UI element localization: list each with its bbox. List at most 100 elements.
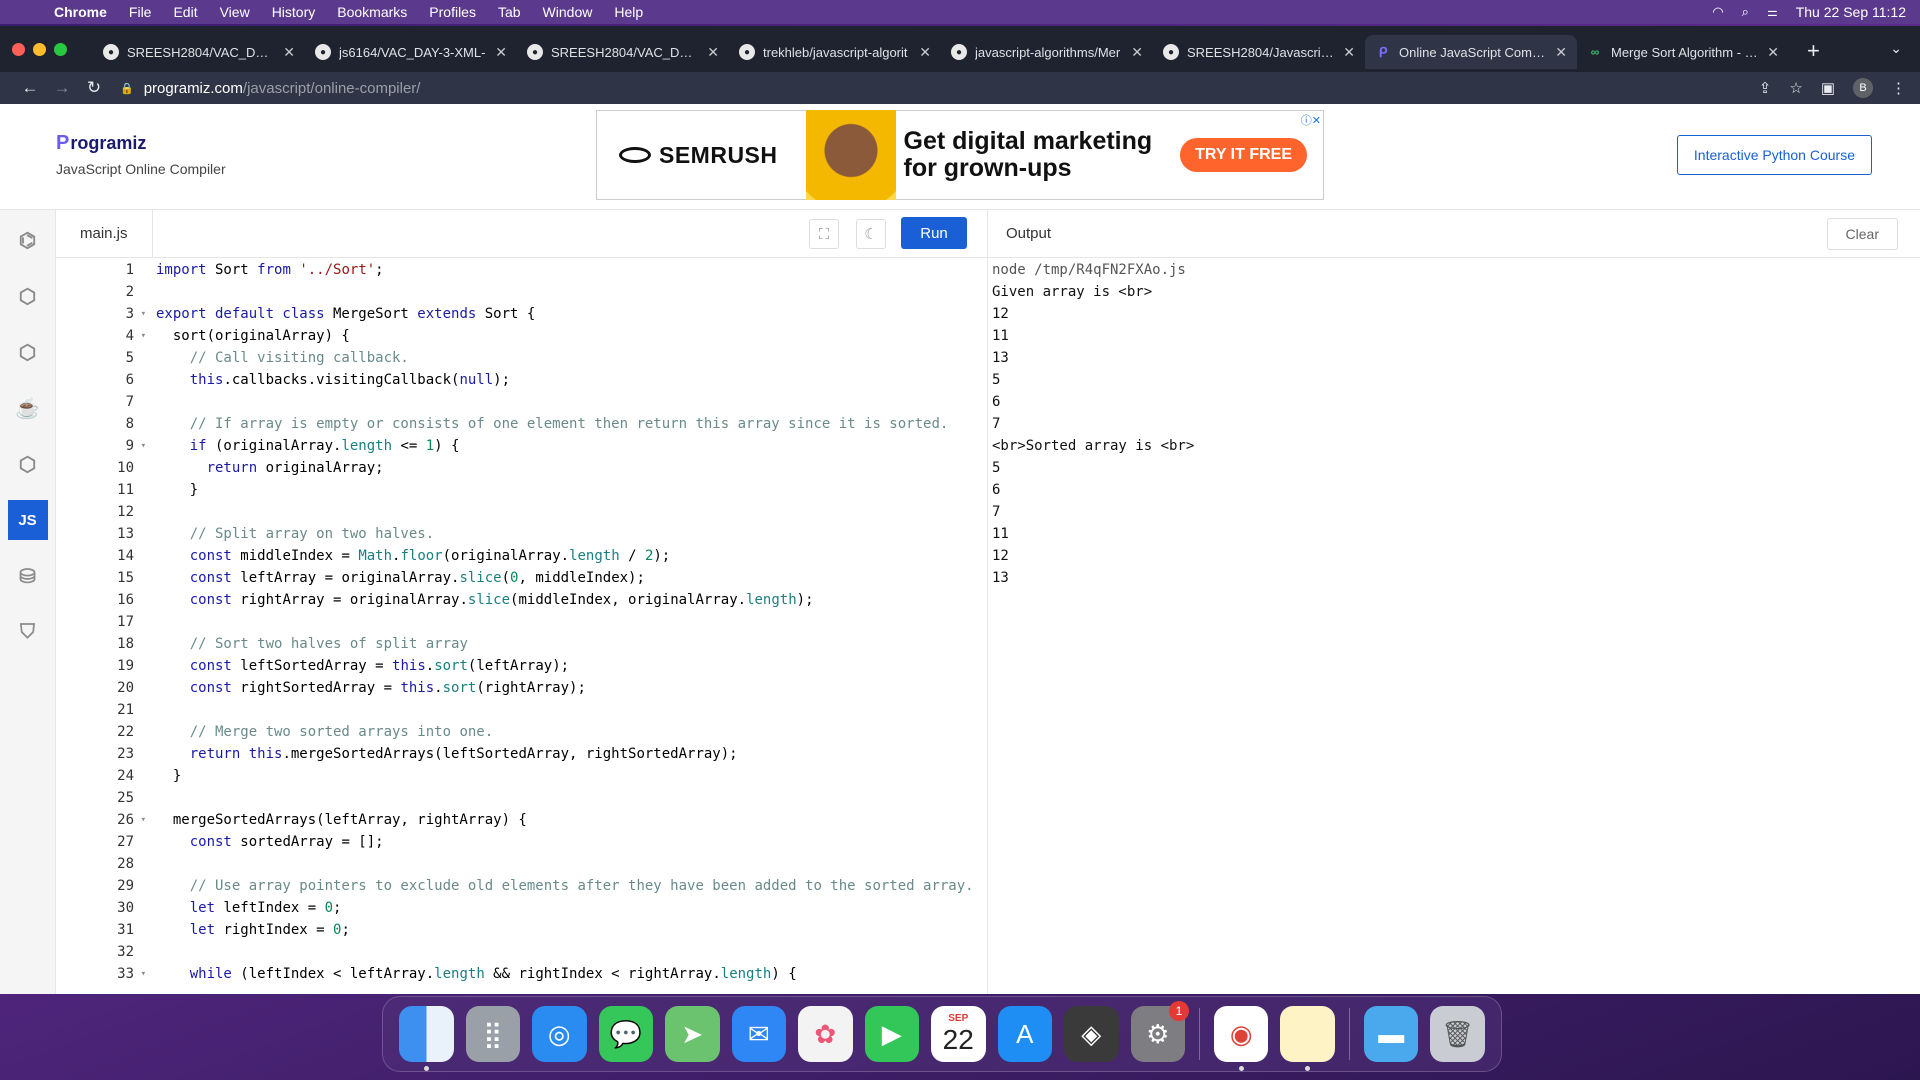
dark-mode-moon-icon[interactable]: ☾ bbox=[856, 219, 886, 249]
finder-icon[interactable] bbox=[399, 1006, 454, 1071]
trash-icon[interactable]: 🗑 bbox=[1430, 1006, 1485, 1062]
photos-icon[interactable]: ✿ bbox=[798, 1006, 853, 1062]
notes-icon[interactable] bbox=[1280, 1006, 1335, 1071]
close-tab-icon[interactable]: ✕ bbox=[1555, 44, 1567, 61]
tab-github-6[interactable]: ● SREESH2804/JavascriptA ✕ bbox=[1153, 35, 1365, 69]
unity-icon[interactable]: ◈ bbox=[1064, 1006, 1119, 1062]
launchpad-icon[interactable]: ⣿ bbox=[465, 1006, 520, 1062]
tab-programiz-active[interactable]: ᑭ Online JavaScript Compile ✕ bbox=[1365, 35, 1577, 69]
file-tab-main-js[interactable]: main.js bbox=[56, 209, 153, 258]
control-center-icon[interactable]: ⚌ bbox=[1767, 5, 1778, 19]
code-line[interactable]: 31 let rightIndex = 0; bbox=[56, 919, 987, 941]
code-line[interactable]: 26 ▾ mergeSortedArrays(leftArray, rightAr… bbox=[56, 809, 987, 831]
close-tab-icon[interactable]: ✕ bbox=[1343, 44, 1355, 61]
close-tab-icon[interactable]: ✕ bbox=[919, 44, 931, 61]
code-line[interactable]: 13 // Split array on two halves. bbox=[56, 523, 987, 545]
menu-profiles[interactable]: Profiles bbox=[429, 4, 476, 20]
code-line[interactable]: 10 return originalArray; bbox=[56, 457, 987, 479]
menu-app-name[interactable]: Chrome bbox=[54, 4, 107, 20]
tab-github-2[interactable]: ● js6164/VAC_DAY-3-XML- ✕ bbox=[305, 35, 517, 69]
ad-cta-button[interactable]: TRY IT FREE bbox=[1180, 138, 1307, 172]
fold-arrow-icon[interactable]: ▾ bbox=[141, 435, 146, 457]
fold-arrow-icon[interactable]: ▾ bbox=[141, 963, 146, 985]
code-line[interactable]: 5 // Call visiting callback. bbox=[56, 347, 987, 369]
code-line[interactable]: 7 bbox=[56, 391, 987, 413]
code-line[interactable]: 33 ▾ while (leftIndex < leftArray.length … bbox=[56, 963, 987, 985]
tab-github-5[interactable]: ● javascript-algorithms/Mer ✕ bbox=[941, 35, 1153, 69]
code-area[interactable]: 1 import Sort from '../Sort'; 2 3 ▾ export de… bbox=[56, 258, 987, 985]
programiz-logo[interactable]: Programiz bbox=[56, 132, 226, 155]
code-line[interactable]: 8 // If array is empty or consists of on… bbox=[56, 413, 987, 435]
fullscreen-icon[interactable]: ⛶ bbox=[809, 219, 839, 249]
code-line[interactable]: 27 const sortedArray = []; bbox=[56, 831, 987, 853]
app-store-icon[interactable]: A bbox=[997, 1006, 1052, 1062]
code-line[interactable]: 3 ▾ export default class MergeSort extends… bbox=[56, 303, 987, 325]
close-tab-icon[interactable]: ✕ bbox=[283, 44, 295, 61]
spotlight-search-icon[interactable]: ⌕ bbox=[1742, 4, 1749, 20]
maps-icon[interactable]: ➤ bbox=[665, 1006, 720, 1062]
tab-github-1[interactable]: ● SREESH2804/VAC_DAY3_ ✕ bbox=[93, 35, 305, 69]
cpp-icon[interactable]: ⬡ bbox=[8, 332, 48, 372]
address-bar[interactable]: 🔒 programiz.com/javascript/online-compil… bbox=[120, 80, 420, 97]
code-line[interactable]: 11 } bbox=[56, 479, 987, 501]
clear-button[interactable]: Clear bbox=[1826, 218, 1898, 250]
code-line[interactable]: 17 bbox=[56, 611, 987, 633]
code-line[interactable]: 30 let leftIndex = 0; bbox=[56, 897, 987, 919]
menu-bookmarks[interactable]: Bookmarks bbox=[337, 4, 407, 20]
fold-arrow-icon[interactable]: ▾ bbox=[141, 325, 146, 347]
share-icon[interactable]: ⇪ bbox=[1759, 79, 1772, 97]
code-line[interactable]: 15 const leftArray = originalArray.slice… bbox=[56, 567, 987, 589]
new-tab-button[interactable]: + bbox=[1807, 38, 1820, 64]
code-line[interactable]: 1 import Sort from '../Sort'; bbox=[56, 259, 987, 281]
kebab-menu-icon[interactable]: ⋮ bbox=[1891, 79, 1906, 97]
sql-database-icon[interactable]: ⛁ bbox=[8, 556, 48, 596]
output-console[interactable]: node /tmp/R4qFN2FXAo.js Given array is <b… bbox=[988, 258, 1920, 589]
forward-button[interactable]: → bbox=[46, 78, 78, 98]
code-line[interactable]: 25 bbox=[56, 787, 987, 809]
code-line[interactable]: 19 const leftSortedArray = this.sort(lef… bbox=[56, 655, 987, 677]
javascript-icon[interactable]: JS bbox=[7, 500, 48, 540]
fold-arrow-icon[interactable]: ▾ bbox=[141, 303, 146, 325]
code-line[interactable]: 21 bbox=[56, 699, 987, 721]
menu-window[interactable]: Window bbox=[543, 4, 593, 20]
menu-help[interactable]: Help bbox=[614, 4, 643, 20]
code-line[interactable]: 4 ▾ sort(originalArray) { bbox=[56, 325, 987, 347]
tab-geeksforgeeks[interactable]: ∞ Merge Sort Algorithm - Ge ✕ bbox=[1577, 35, 1789, 69]
java-icon[interactable]: ☕ bbox=[8, 388, 48, 428]
code-line[interactable]: 24 } bbox=[56, 765, 987, 787]
menu-history[interactable]: History bbox=[272, 4, 316, 20]
c-icon[interactable]: ⬡ bbox=[8, 276, 48, 316]
facetime-icon[interactable]: ▶ bbox=[864, 1006, 919, 1062]
tab-github-3[interactable]: ● SREESH2804/VAC_DAY3_ ✕ bbox=[517, 35, 729, 69]
chrome-icon[interactable]: ◉ bbox=[1213, 1006, 1269, 1071]
fold-arrow-icon[interactable]: ▾ bbox=[141, 809, 146, 831]
mail-icon[interactable]: ✉ bbox=[731, 1006, 786, 1062]
system-settings-icon[interactable]: ⚙ 1 bbox=[1130, 1001, 1189, 1062]
profile-avatar[interactable]: B bbox=[1853, 78, 1873, 98]
advertisement-banner[interactable]: SEMRUSH Get digital marketing for grown-u… bbox=[596, 110, 1324, 200]
menu-datetime[interactable]: Thu 22 Sep 11:12 bbox=[1796, 4, 1906, 20]
close-tab-icon[interactable]: ✕ bbox=[707, 44, 719, 61]
menu-file[interactable]: File bbox=[129, 4, 152, 20]
code-line[interactable]: 28 bbox=[56, 853, 987, 875]
ad-close-icon[interactable]: ⓘ✕ bbox=[1301, 112, 1321, 128]
calendar-icon[interactable]: SEP 22 bbox=[931, 1006, 986, 1062]
tab-search-chevron-icon[interactable]: ⌄ bbox=[1890, 40, 1902, 57]
reload-button[interactable]: ↻ bbox=[78, 78, 110, 98]
code-line[interactable]: 2 bbox=[56, 281, 987, 303]
python-icon[interactable]: ⌬ bbox=[8, 220, 48, 260]
code-line[interactable]: 9 ▾ if (originalArray.length <= 1) { bbox=[56, 435, 987, 457]
minimize-window-button[interactable] bbox=[33, 42, 46, 56]
close-tab-icon[interactable]: ✕ bbox=[1131, 44, 1143, 61]
run-button[interactable]: Run bbox=[901, 217, 967, 249]
close-tab-icon[interactable]: ✕ bbox=[495, 44, 507, 61]
programiz-brand[interactable]: Programiz JavaScript Online Compiler bbox=[56, 132, 226, 177]
code-line[interactable]: 16 const rightArray = originalArray.slic… bbox=[56, 589, 987, 611]
safari-icon[interactable]: ◎ bbox=[532, 1006, 587, 1062]
code-line[interactable]: 22 // Merge two sorted arrays into one. bbox=[56, 721, 987, 743]
tab-github-4[interactable]: ● trekhleb/javascript-algorit ✕ bbox=[729, 35, 941, 69]
close-tab-icon[interactable]: ✕ bbox=[1767, 44, 1779, 61]
code-line[interactable]: 20 const rightSortedArray = this.sort(ri… bbox=[56, 677, 987, 699]
lock-icon[interactable]: 🔒 bbox=[120, 82, 134, 95]
wifi-icon[interactable]: ◠ bbox=[1712, 4, 1723, 20]
